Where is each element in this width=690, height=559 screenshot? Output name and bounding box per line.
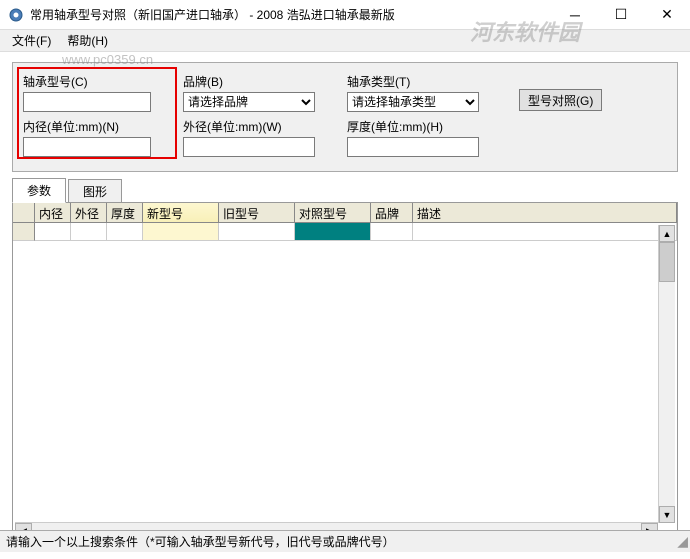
- cell[interactable]: [35, 223, 71, 241]
- grid-row-empty: [13, 223, 677, 241]
- tab-params[interactable]: 参数: [12, 178, 66, 203]
- inner-dia-input[interactable]: [23, 137, 151, 157]
- scroll-up-icon[interactable]: ▲: [659, 225, 675, 242]
- cell[interactable]: [413, 223, 677, 241]
- outer-dia-input[interactable]: [183, 137, 315, 157]
- window-controls: ─ ☐ ✕: [552, 0, 690, 30]
- col-brand[interactable]: 品牌: [371, 203, 413, 222]
- cell-new[interactable]: [143, 223, 219, 241]
- col-outer[interactable]: 外径: [71, 203, 107, 222]
- col-new-model[interactable]: 新型号: [143, 203, 219, 222]
- app-icon: [8, 7, 24, 23]
- thickness-input[interactable]: [347, 137, 479, 157]
- menu-file[interactable]: 文件(F): [4, 30, 59, 51]
- type-label: 轴承类型(T): [347, 73, 479, 90]
- tab-content-params: 内径 外径 厚度 新型号 旧型号 对照型号 品牌 描述: [12, 202, 678, 542]
- title-bar: 常用轴承型号对照（新旧国产进口轴承） - 2008 浩弘进口轴承最新版 ─ ☐ …: [0, 0, 690, 30]
- window-title: 常用轴承型号对照（新旧国产进口轴承） - 2008 浩弘进口轴承最新版: [30, 6, 552, 23]
- tab-strip: 参数 图形: [12, 178, 678, 202]
- compare-button[interactable]: 型号对照(G): [519, 89, 602, 111]
- vertical-scrollbar[interactable]: ▲ ▼: [658, 225, 675, 523]
- col-desc[interactable]: 描述: [413, 203, 677, 222]
- row-header: [13, 223, 35, 241]
- grid-body[interactable]: [13, 241, 677, 559]
- cell[interactable]: [71, 223, 107, 241]
- model-label: 轴承型号(C): [23, 73, 151, 90]
- results-grid: 内径 外径 厚度 新型号 旧型号 对照型号 品牌 描述: [13, 203, 677, 559]
- model-input[interactable]: [23, 92, 151, 112]
- col-thick[interactable]: 厚度: [107, 203, 143, 222]
- grid-header: 内径 外径 厚度 新型号 旧型号 对照型号 品牌 描述: [13, 203, 677, 223]
- status-bar: 请输入一个以上搜索条件（*可输入轴承型号新代号，旧代号或品牌代号） ◢: [0, 530, 690, 552]
- thickness-label: 厚度(单位:mm)(H): [347, 118, 479, 135]
- status-text: 请输入一个以上搜索条件（*可输入轴承型号新代号，旧代号或品牌代号）: [6, 533, 395, 550]
- col-ref-model[interactable]: 对照型号: [295, 203, 371, 222]
- cell[interactable]: [107, 223, 143, 241]
- tabs-area: 参数 图形 内径 外径 厚度 新型号 旧型号 对照型号 品牌 描述: [12, 178, 678, 542]
- type-select[interactable]: 请选择轴承类型: [347, 92, 479, 112]
- cell[interactable]: [371, 223, 413, 241]
- scroll-down-icon[interactable]: ▼: [659, 506, 675, 523]
- resize-grip-icon[interactable]: ◢: [677, 533, 688, 550]
- brand-label: 品牌(B): [183, 73, 315, 90]
- col-inner[interactable]: 内径: [35, 203, 71, 222]
- menu-help[interactable]: 帮助(H): [59, 30, 116, 51]
- close-button[interactable]: ✕: [644, 0, 690, 30]
- maximize-button[interactable]: ☐: [598, 0, 644, 30]
- grid-corner: [13, 203, 35, 222]
- cell-ref-selected[interactable]: [295, 223, 371, 241]
- outer-dia-label: 外径(单位:mm)(W): [183, 118, 315, 135]
- brand-select[interactable]: 请选择品牌: [183, 92, 315, 112]
- scroll-thumb[interactable]: [659, 242, 675, 282]
- search-panel: 轴承型号(C) 内径(单位:mm)(N) 品牌(B) 请选择品牌 外径(单位:m…: [12, 62, 678, 172]
- minimize-button[interactable]: ─: [552, 0, 598, 30]
- tab-graphic[interactable]: 图形: [68, 179, 122, 203]
- menu-bar: 文件(F) 帮助(H): [0, 30, 690, 52]
- col-old-model[interactable]: 旧型号: [219, 203, 295, 222]
- inner-dia-label: 内径(单位:mm)(N): [23, 118, 151, 135]
- cell[interactable]: [219, 223, 295, 241]
